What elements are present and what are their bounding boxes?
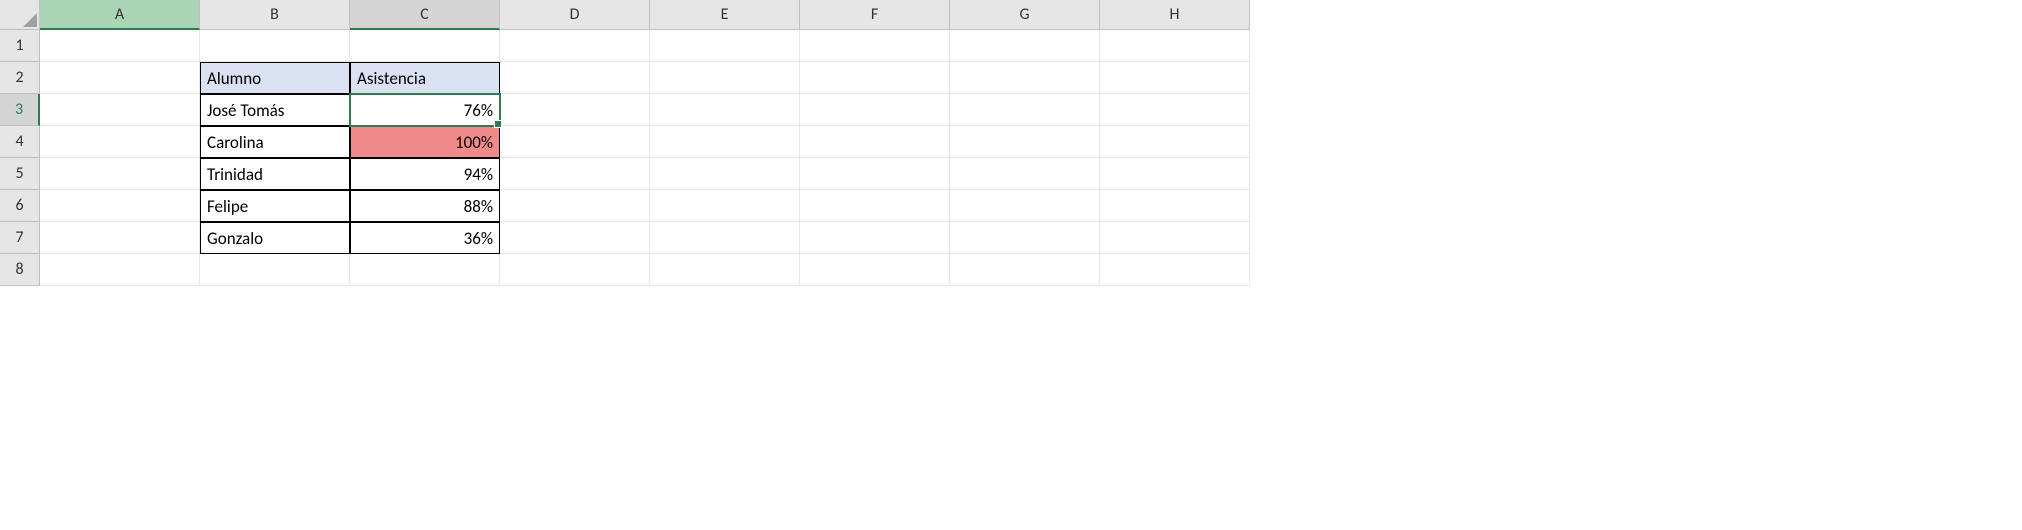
cell-H3[interactable] (1100, 94, 1250, 126)
cell-G6[interactable] (950, 190, 1100, 222)
cell-C8[interactable] (350, 254, 500, 286)
cell-E4[interactable] (650, 126, 800, 158)
cell-A3[interactable] (40, 94, 200, 126)
row-header-7[interactable]: 7 (0, 222, 40, 254)
cell-D4[interactable] (500, 126, 650, 158)
col-header-H[interactable]: H (1100, 0, 1250, 30)
cell-F7[interactable] (800, 222, 950, 254)
cell-E5[interactable] (650, 158, 800, 190)
cell-H7[interactable] (1100, 222, 1250, 254)
cell-E6[interactable] (650, 190, 800, 222)
row-header-5[interactable]: 5 (0, 158, 40, 190)
table-row[interactable]: Felipe (200, 190, 350, 222)
cell-H6[interactable] (1100, 190, 1250, 222)
cell-F3[interactable] (800, 94, 950, 126)
cell-C1[interactable] (350, 30, 500, 62)
spreadsheet-grid[interactable]: A B C D E F G H 1 2 Alumno Asistencia 3 … (0, 0, 2022, 286)
col-header-B[interactable]: B (200, 0, 350, 30)
cell-A8[interactable] (40, 254, 200, 286)
cell-D3[interactable] (500, 94, 650, 126)
cell-G2[interactable] (950, 62, 1100, 94)
cell-E2[interactable] (650, 62, 800, 94)
cell-F5[interactable] (800, 158, 950, 190)
cell-A6[interactable] (40, 190, 200, 222)
cell-H2[interactable] (1100, 62, 1250, 94)
row-header-1[interactable]: 1 (0, 30, 40, 62)
col-header-C[interactable]: C (350, 0, 500, 30)
table-row[interactable]: 94% (350, 158, 500, 190)
cell-A4[interactable] (40, 126, 200, 158)
table-row[interactable]: Gonzalo (200, 222, 350, 254)
col-header-G[interactable]: G (950, 0, 1100, 30)
row-header-8[interactable]: 8 (0, 254, 40, 286)
cell-E7[interactable] (650, 222, 800, 254)
table-header-attendance[interactable]: Asistencia (350, 62, 500, 94)
col-header-E[interactable]: E (650, 0, 800, 30)
cell-H4[interactable] (1100, 126, 1250, 158)
table-row[interactable]: 36% (350, 222, 500, 254)
cell-G3[interactable] (950, 94, 1100, 126)
cell-G1[interactable] (950, 30, 1100, 62)
cell-H1[interactable] (1100, 30, 1250, 62)
cell-G8[interactable] (950, 254, 1100, 286)
cell-A5[interactable] (40, 158, 200, 190)
cell-D5[interactable] (500, 158, 650, 190)
row-header-2[interactable]: 2 (0, 62, 40, 94)
cell-E3[interactable] (650, 94, 800, 126)
cell-A7[interactable] (40, 222, 200, 254)
cell-D1[interactable] (500, 30, 650, 62)
cell-F2[interactable] (800, 62, 950, 94)
table-header-student[interactable]: Alumno (200, 62, 350, 94)
table-row[interactable]: Carolina (200, 126, 350, 158)
cell-E1[interactable] (650, 30, 800, 62)
table-row[interactable]: 76% (350, 94, 500, 126)
cell-A1[interactable] (40, 30, 200, 62)
table-row[interactable]: José Tomás (200, 94, 350, 126)
cell-B8[interactable] (200, 254, 350, 286)
cell-F4[interactable] (800, 126, 950, 158)
cell-D6[interactable] (500, 190, 650, 222)
cell-D2[interactable] (500, 62, 650, 94)
col-header-A[interactable]: A (40, 0, 200, 30)
cell-B1[interactable] (200, 30, 350, 62)
cell-F6[interactable] (800, 190, 950, 222)
cell-G5[interactable] (950, 158, 1100, 190)
col-header-F[interactable]: F (800, 0, 950, 30)
cell-H8[interactable] (1100, 254, 1250, 286)
cell-D7[interactable] (500, 222, 650, 254)
select-all-corner[interactable] (0, 0, 40, 30)
cell-E8[interactable] (650, 254, 800, 286)
cell-G4[interactable] (950, 126, 1100, 158)
row-header-6[interactable]: 6 (0, 190, 40, 222)
cell-F8[interactable] (800, 254, 950, 286)
cell-A2[interactable] (40, 62, 200, 94)
table-row[interactable]: 88% (350, 190, 500, 222)
cell-G7[interactable] (950, 222, 1100, 254)
table-row[interactable]: 100% (350, 126, 500, 158)
row-header-4[interactable]: 4 (0, 126, 40, 158)
col-header-D[interactable]: D (500, 0, 650, 30)
cell-H5[interactable] (1100, 158, 1250, 190)
cell-D8[interactable] (500, 254, 650, 286)
table-row[interactable]: Trinidad (200, 158, 350, 190)
cell-F1[interactable] (800, 30, 950, 62)
row-header-3[interactable]: 3 (0, 94, 40, 126)
